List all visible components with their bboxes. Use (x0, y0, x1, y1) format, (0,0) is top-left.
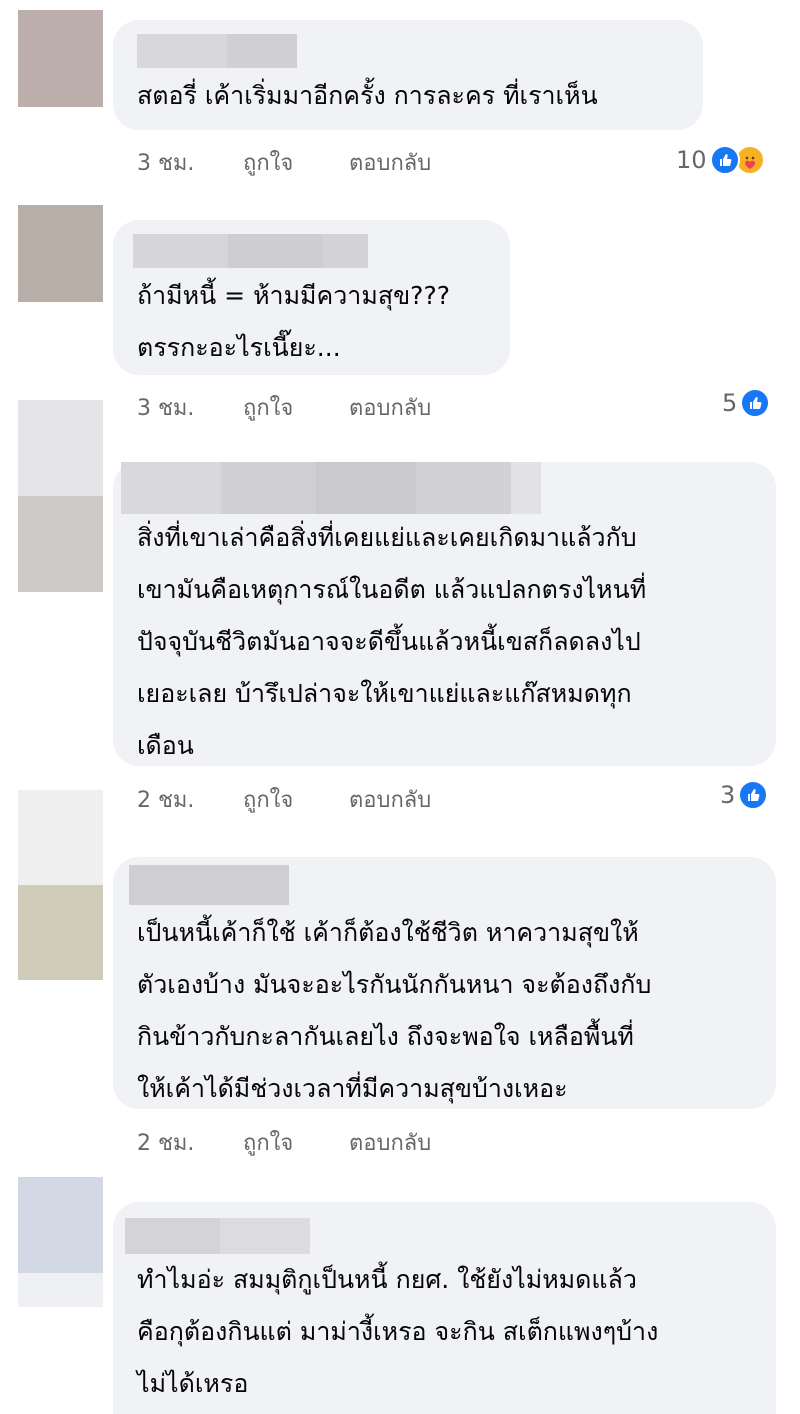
comment-text: ถ้ามีหนี้ = ห้ามมีความสุข??? ตรรกะอะไรเน… (137, 281, 450, 362)
comment-bubble: ทำไมอ่ะ สมมุติกูเป็นหนี้ กยศ. ใช้ยังไม่ห… (113, 1202, 776, 1414)
comment-actions: 2 ชม. ถูกใจ ตอบกลับ (137, 1125, 431, 1165)
comment-bubble: สิ่งที่เขาเล่าคือสิ่งที่เคยแย่และเคยเกิด… (113, 462, 776, 766)
author-name-redacted[interactable] (133, 234, 368, 268)
like-icon (738, 780, 769, 810)
reply-button[interactable]: ตอบกลับ (349, 145, 431, 185)
like-button[interactable]: ถูกใจ (243, 390, 349, 430)
reaction-summary[interactable]: 5 (722, 383, 771, 423)
reply-button[interactable]: ตอบกลับ (349, 390, 431, 430)
avatar[interactable] (18, 10, 103, 107)
avatar[interactable] (18, 790, 103, 980)
reply-button[interactable]: ตอบกลับ (349, 1125, 431, 1165)
comment-text: สตอรี่ เค้าเริ่มมาอีกครั้ง การละคร ที่เร… (137, 81, 598, 110)
comment-actions: 2 ชม. ถูกใจ ตอบกลับ (137, 782, 431, 822)
comment-time[interactable]: 3 ชม. (137, 390, 243, 430)
avatar[interactable] (18, 205, 103, 302)
comment-text: ทำไมอ่ะ สมมุติกูเป็นหนี้ กยศ. ใช้ยังไม่ห… (137, 1265, 659, 1398)
author-name-redacted[interactable] (125, 1218, 310, 1254)
reply-button[interactable]: ตอบกลับ (349, 782, 431, 822)
avatar[interactable] (18, 400, 103, 592)
reaction-count: 10 (676, 146, 707, 174)
like-button[interactable]: ถูกใจ (243, 782, 349, 822)
comment-bubble: สตอรี่ เค้าเริ่มมาอีกครั้ง การละคร ที่เร… (113, 20, 703, 130)
author-name-redacted[interactable] (129, 865, 289, 905)
comment-bubble: เป็นหนี้เค้าก็ใช้ เค้าก็ต้องใช้ชีวิต หาค… (113, 857, 776, 1109)
like-icon (709, 145, 740, 175)
like-button[interactable]: ถูกใจ (243, 1125, 349, 1165)
reaction-count: 5 (722, 389, 738, 417)
reaction-summary[interactable]: 3 (720, 775, 769, 815)
comment-bubble: ถ้ามีหนี้ = ห้ามมีความสุข??? ตรรกะอะไรเน… (113, 220, 510, 375)
comment-text: สิ่งที่เขาเล่าคือสิ่งที่เคยแย่และเคยเกิด… (137, 523, 647, 760)
like-icon (740, 388, 771, 418)
comment-actions: 3 ชม. ถูกใจ ตอบกลับ (137, 145, 431, 185)
comment-text: เป็นหนี้เค้าก็ใช้ เค้าก็ต้องใช้ชีวิต หาค… (137, 918, 652, 1103)
author-name-redacted[interactable] (121, 462, 541, 514)
comment-actions: 3 ชม. ถูกใจ ตอบกลับ (137, 390, 431, 430)
comment-time[interactable]: 2 ชม. (137, 1125, 243, 1165)
author-name-redacted[interactable] (137, 34, 297, 68)
avatar[interactable] (18, 1177, 103, 1307)
comment-time[interactable]: 3 ชม. (137, 145, 243, 185)
reaction-count: 3 (720, 781, 736, 809)
comment-time[interactable]: 2 ชม. (137, 782, 243, 822)
reaction-summary[interactable]: 10 (676, 140, 765, 180)
like-button[interactable]: ถูกใจ (243, 145, 349, 185)
